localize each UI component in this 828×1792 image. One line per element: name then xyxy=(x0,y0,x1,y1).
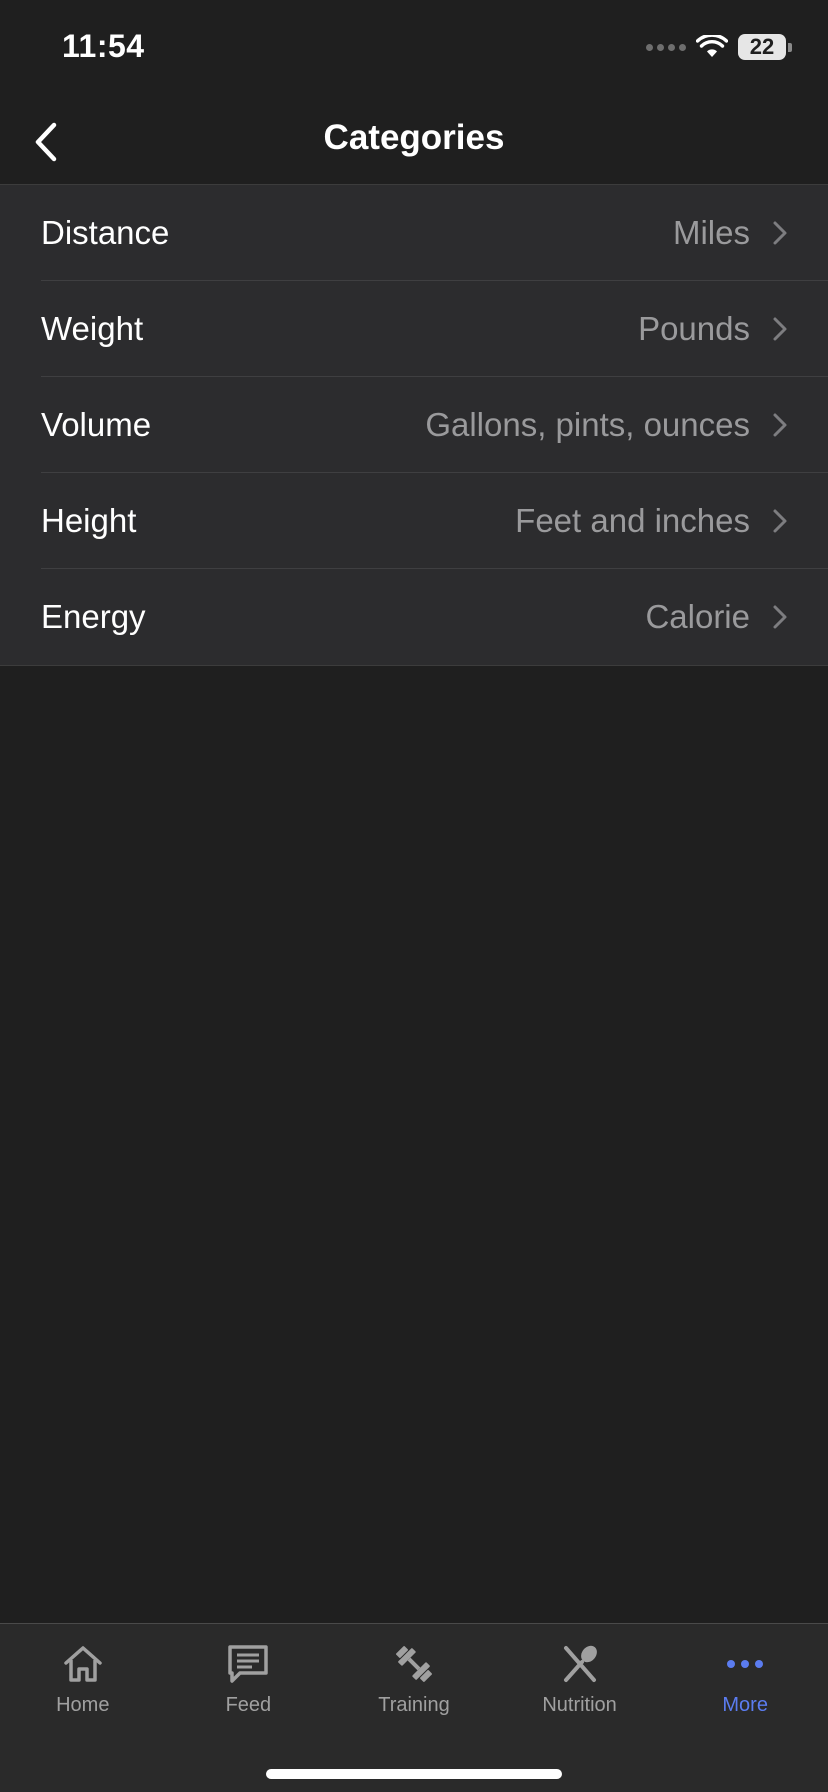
category-value: Gallons, pints, ounces xyxy=(425,406,750,443)
tab-label: Home xyxy=(56,1694,110,1716)
battery-cap xyxy=(788,42,792,52)
chevron-right-icon xyxy=(772,603,790,631)
category-row-weight[interactable]: Weight Pounds xyxy=(0,281,828,377)
category-value: Feet and inches xyxy=(515,502,750,539)
tab-training[interactable]: Training xyxy=(331,1624,497,1734)
category-row-volume[interactable]: Volume Gallons, pints, ounces xyxy=(0,377,828,473)
tab-label: Nutrition xyxy=(542,1694,617,1716)
category-label: Distance xyxy=(41,214,170,251)
home-indicator[interactable] xyxy=(266,1769,562,1779)
chevron-right-icon xyxy=(772,507,790,535)
cellular-signal-icon xyxy=(646,43,686,51)
tab-nutrition[interactable]: Nutrition xyxy=(497,1624,663,1734)
category-label: Weight xyxy=(41,310,144,347)
battery-level: 22 xyxy=(749,34,775,59)
tab-label: More xyxy=(722,1694,768,1716)
category-value: Pounds xyxy=(638,310,750,347)
status-bar: 11:54 22 xyxy=(0,0,828,100)
home-icon xyxy=(59,1642,107,1686)
battery-icon: 22 xyxy=(738,34,786,60)
chevron-right-icon xyxy=(772,219,790,247)
category-value: Miles xyxy=(672,214,750,251)
fork-spoon-icon xyxy=(556,1642,604,1686)
category-row-energy[interactable]: Energy Calorie xyxy=(0,569,828,665)
dumbbell-icon xyxy=(390,1642,438,1686)
category-row-distance[interactable]: Distance Miles xyxy=(0,185,828,281)
more-dots-icon xyxy=(721,1642,769,1686)
chevron-right-icon xyxy=(772,411,790,439)
feed-icon xyxy=(224,1642,272,1686)
screen: 11:54 22 Categories Distance Miles Weigh… xyxy=(0,0,828,1792)
tab-home[interactable]: Home xyxy=(0,1624,166,1734)
category-label: Volume xyxy=(41,406,152,443)
categories-list: Distance Miles Weight Pounds Volume Gall… xyxy=(0,185,828,666)
tab-list: Home Feed Training Nutrition More xyxy=(0,1624,828,1734)
tab-bar: Home Feed Training Nutrition More xyxy=(0,1623,828,1792)
tab-label: Training xyxy=(378,1694,450,1716)
tab-label: Feed xyxy=(225,1694,272,1716)
tab-feed[interactable]: Feed xyxy=(166,1624,332,1734)
status-indicators: 22 xyxy=(646,34,792,60)
category-label: Energy xyxy=(41,598,146,635)
navigation-bar: Categories xyxy=(0,100,828,185)
category-label: Height xyxy=(41,502,137,539)
chevron-right-icon xyxy=(772,315,790,343)
category-value: Calorie xyxy=(645,598,750,635)
category-row-height[interactable]: Height Feet and inches xyxy=(0,473,828,569)
wifi-icon xyxy=(696,35,728,57)
tab-more[interactable]: More xyxy=(662,1624,828,1734)
status-time: 11:54 xyxy=(62,28,145,64)
page-title: Categories xyxy=(323,118,505,157)
